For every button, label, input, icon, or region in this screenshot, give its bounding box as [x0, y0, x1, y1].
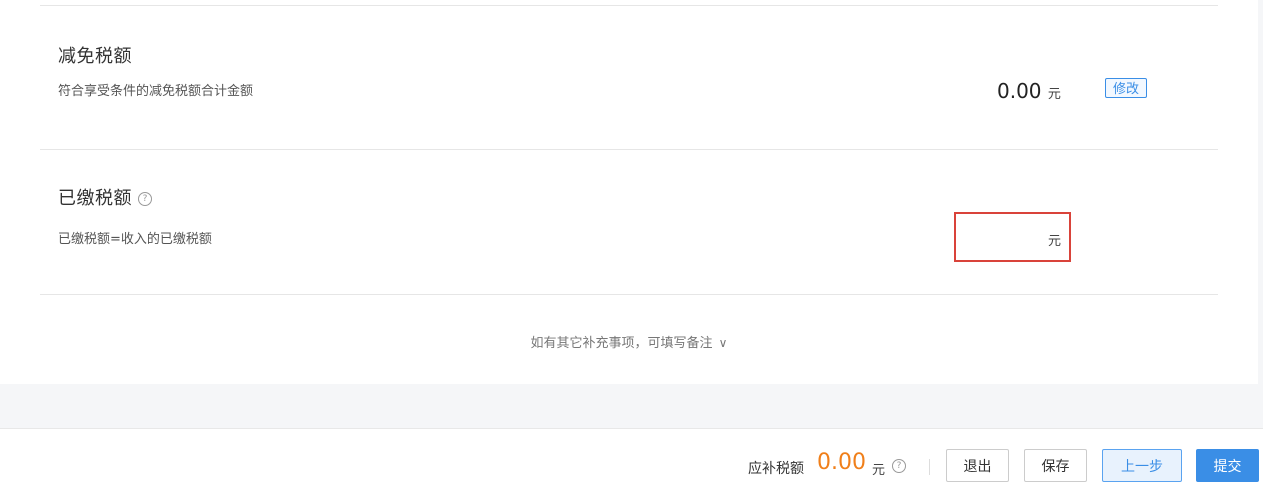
remark-toggle[interactable]: 如有其它补充事项，可填写备注 ∨: [0, 332, 1258, 351]
paid-amount-input[interactable]: [962, 224, 1046, 252]
edit-reduction-button[interactable]: 修改: [1105, 78, 1147, 98]
save-button[interactable]: 保存: [1024, 449, 1087, 482]
help-icon[interactable]: ?: [892, 459, 906, 473]
paid-title: 已缴税额: [58, 188, 132, 209]
prev-step-button[interactable]: 上一步: [1102, 449, 1182, 482]
reduction-description: 符合享受条件的减免税额合计金额: [58, 84, 254, 99]
remark-label: 如有其它补充事项，可填写备注: [530, 336, 713, 351]
divider: [929, 459, 930, 475]
due-label: 应补税额: [748, 461, 804, 477]
paid-amount-field[interactable]: 元: [954, 212, 1071, 262]
paid-unit: 元: [1047, 234, 1061, 249]
reduction-title: 减免税额: [58, 46, 132, 67]
paid-title-group: 已缴税额 ?: [58, 184, 153, 210]
due-unit: 元: [872, 463, 886, 478]
submit-button[interactable]: 提交: [1196, 449, 1259, 482]
divider: [40, 294, 1218, 295]
footer-bar: 应补税额 0.00 元 ? 退出 保存 上一步 提交: [0, 428, 1263, 495]
paid-description: 已缴税额=收入的已缴税额: [58, 232, 212, 247]
due-amount: 0.00: [817, 450, 866, 475]
chevron-down-icon: ∨: [718, 336, 728, 350]
reduction-unit: 元: [1047, 87, 1061, 102]
tax-form-card: 减免税额 符合享受条件的减免税额合计金额 0.00 元 修改 已缴税额 ? 已缴…: [0, 0, 1258, 384]
reduction-amount-group: 0.00 元: [997, 79, 1061, 103]
exit-button[interactable]: 退出: [946, 449, 1009, 482]
divider: [40, 5, 1218, 6]
divider: [40, 149, 1218, 150]
reduction-amount: 0.00: [997, 79, 1042, 103]
help-icon[interactable]: ?: [138, 192, 153, 206]
